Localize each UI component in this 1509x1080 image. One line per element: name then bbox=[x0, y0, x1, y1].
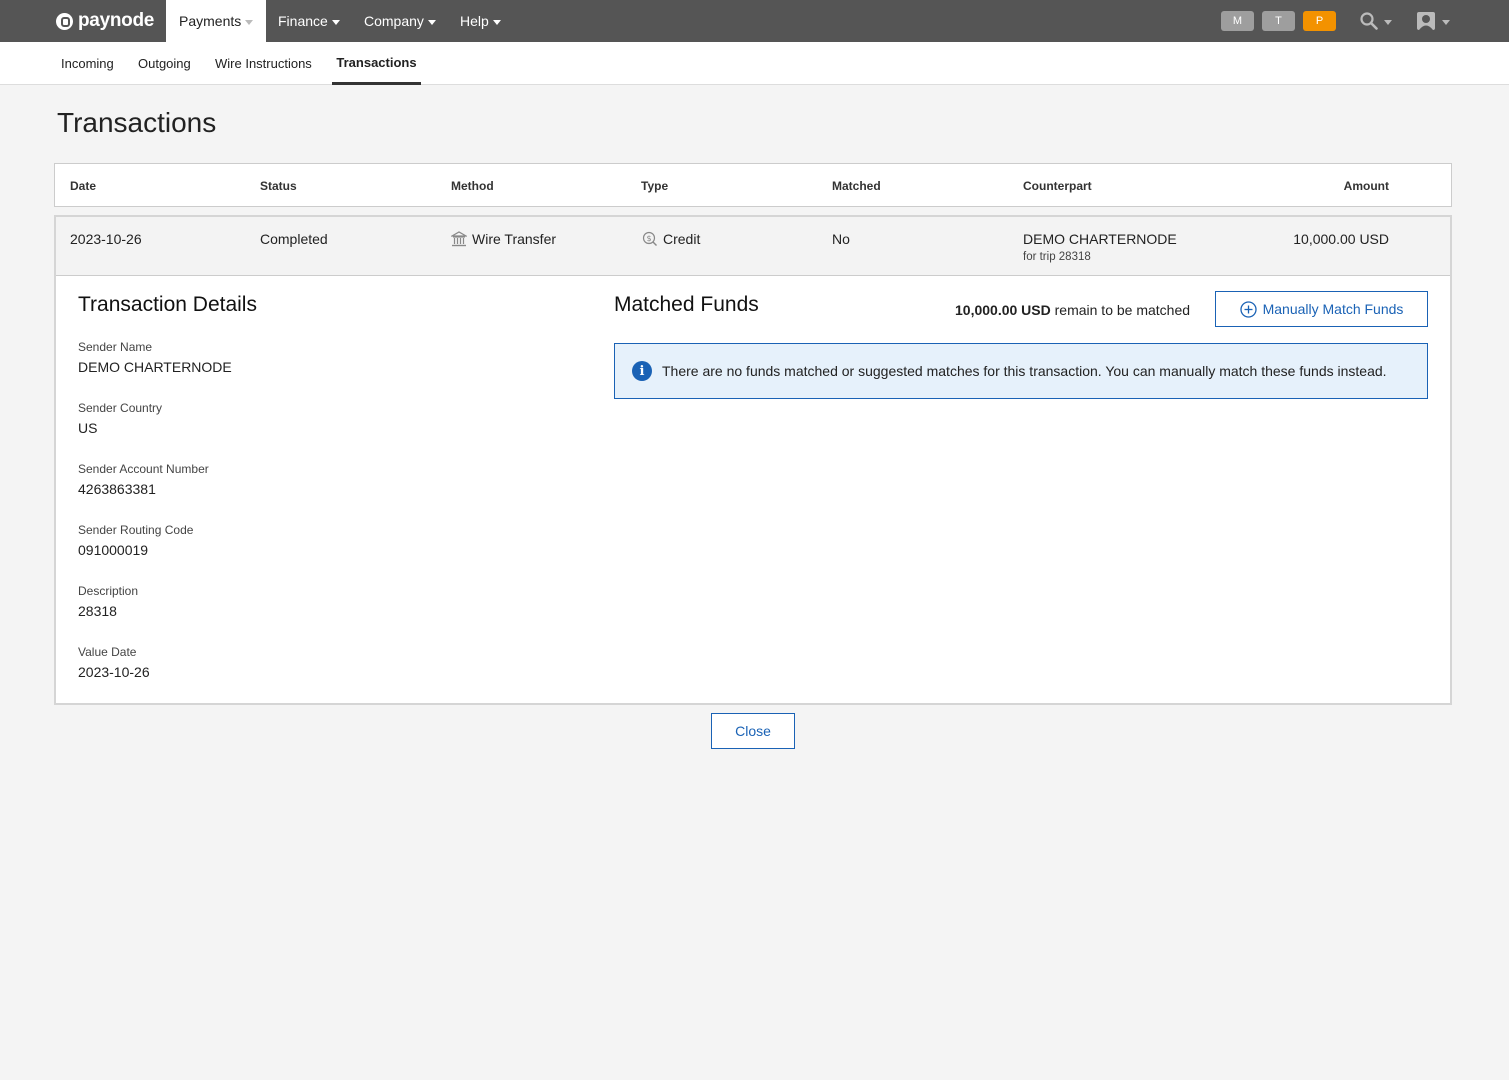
value-date-label: Value Date bbox=[78, 645, 137, 659]
row-status: Completed bbox=[260, 231, 328, 247]
chevron-down-icon bbox=[1384, 19, 1392, 25]
paynode-logo[interactable]: paynode bbox=[56, 9, 154, 33]
row-counterpart-note: for trip 28318 bbox=[1023, 251, 1091, 263]
description-value: 28318 bbox=[78, 603, 117, 619]
manually-match-funds-button[interactable]: Manually Match Funds bbox=[1215, 291, 1428, 327]
sender-name-label: Sender Name bbox=[78, 340, 153, 354]
coin-search-icon: $ bbox=[642, 231, 657, 246]
transaction-details-title: Transaction Details bbox=[78, 293, 257, 316]
row-method: Wire Transfer bbox=[451, 231, 556, 247]
nav-item-label: Company bbox=[364, 13, 424, 29]
search-icon bbox=[1360, 12, 1378, 30]
sub-navigation-bar: Incoming Outgoing Wire Instructions Tran… bbox=[0, 42, 1509, 85]
no-matches-info-box: i There are no funds matched or suggeste… bbox=[614, 343, 1428, 399]
info-icon: i bbox=[632, 361, 652, 381]
column-header-status[interactable]: Status bbox=[260, 179, 297, 193]
user-menu-button[interactable] bbox=[1416, 11, 1450, 31]
remaining-to-match: 10,000.00 USD remain to be matched bbox=[955, 302, 1190, 318]
column-header-matched[interactable]: Matched bbox=[832, 179, 881, 193]
row-type-label: Credit bbox=[663, 231, 701, 247]
tab-wire-instructions[interactable]: Wire Instructions bbox=[211, 42, 316, 84]
transactions-table-header: Date Status Method Type Matched Counterp… bbox=[54, 163, 1452, 207]
search-menu-button[interactable] bbox=[1360, 11, 1392, 31]
chevron-down-icon bbox=[492, 19, 501, 25]
manually-match-funds-label: Manually Match Funds bbox=[1262, 301, 1404, 317]
environment-badge-m[interactable]: M bbox=[1221, 11, 1254, 31]
matched-funds-title: Matched Funds bbox=[614, 293, 759, 316]
nav-item-label: Payments bbox=[179, 13, 242, 29]
no-matches-message: There are no funds matched or suggested … bbox=[662, 363, 1387, 379]
top-navigation-bar: paynode Payments Finance Company Help M … bbox=[0, 0, 1509, 42]
nav-item-company[interactable]: Company bbox=[364, 0, 436, 42]
column-header-amount[interactable]: Amount bbox=[1344, 179, 1389, 193]
transaction-expanded-row: 2023-10-26 Completed Wire Transfer $ Cre… bbox=[54, 215, 1452, 705]
user-avatar-icon bbox=[1417, 12, 1435, 30]
row-type: $ Credit bbox=[642, 231, 700, 247]
chevron-down-icon bbox=[427, 19, 436, 25]
nav-item-help[interactable]: Help bbox=[460, 0, 501, 42]
nav-item-label: Help bbox=[460, 13, 489, 29]
sender-routing-code-value: 091000019 bbox=[78, 542, 149, 558]
chevron-down-icon bbox=[245, 19, 254, 25]
paynode-logo-icon bbox=[56, 12, 73, 30]
column-header-type[interactable]: Type bbox=[641, 179, 668, 193]
tab-incoming[interactable]: Incoming bbox=[57, 42, 118, 84]
tab-transactions[interactable]: Transactions bbox=[332, 42, 421, 85]
sender-country-value: US bbox=[78, 420, 98, 436]
table-row[interactable]: 2023-10-26 Completed Wire Transfer $ Cre… bbox=[56, 217, 1450, 276]
page-title: Transactions bbox=[57, 107, 217, 138]
remaining-text: remain to be matched bbox=[1054, 302, 1191, 318]
nav-item-label: Finance bbox=[278, 13, 328, 29]
tab-outgoing[interactable]: Outgoing bbox=[134, 42, 195, 84]
nav-item-payments[interactable]: Payments bbox=[166, 0, 266, 42]
chevron-down-icon bbox=[1442, 19, 1450, 25]
column-header-date[interactable]: Date bbox=[70, 179, 96, 193]
sender-name-value: DEMO CHARTERNODE bbox=[78, 359, 232, 375]
column-header-counterpart[interactable]: Counterpart bbox=[1023, 179, 1092, 193]
close-button[interactable]: Close bbox=[711, 713, 795, 749]
svg-text:$: $ bbox=[646, 234, 651, 243]
environment-badge-t[interactable]: T bbox=[1262, 11, 1295, 31]
chevron-down-icon bbox=[331, 19, 340, 25]
sender-account-number-label: Sender Account Number bbox=[78, 462, 209, 476]
row-matched: No bbox=[832, 231, 850, 247]
plus-circle-icon bbox=[1239, 300, 1257, 318]
brand-name: paynode bbox=[78, 10, 155, 31]
nav-item-finance[interactable]: Finance bbox=[278, 0, 340, 42]
row-date: 2023-10-26 bbox=[70, 231, 142, 247]
sender-country-label: Sender Country bbox=[78, 401, 163, 415]
row-method-label: Wire Transfer bbox=[472, 231, 557, 247]
remaining-amount: 10,000.00 USD bbox=[955, 302, 1051, 318]
row-amount: 10,000.00 USD bbox=[1293, 231, 1389, 247]
value-date-value: 2023-10-26 bbox=[78, 664, 150, 680]
column-header-method[interactable]: Method bbox=[451, 179, 494, 193]
row-counterpart: DEMO CHARTERNODE bbox=[1023, 231, 1177, 247]
description-label: Description bbox=[78, 584, 139, 598]
sender-account-number-value: 4263863381 bbox=[78, 481, 156, 497]
bank-icon bbox=[451, 231, 467, 247]
environment-badge-p[interactable]: P bbox=[1303, 11, 1336, 31]
sender-routing-code-label: Sender Routing Code bbox=[78, 523, 194, 537]
